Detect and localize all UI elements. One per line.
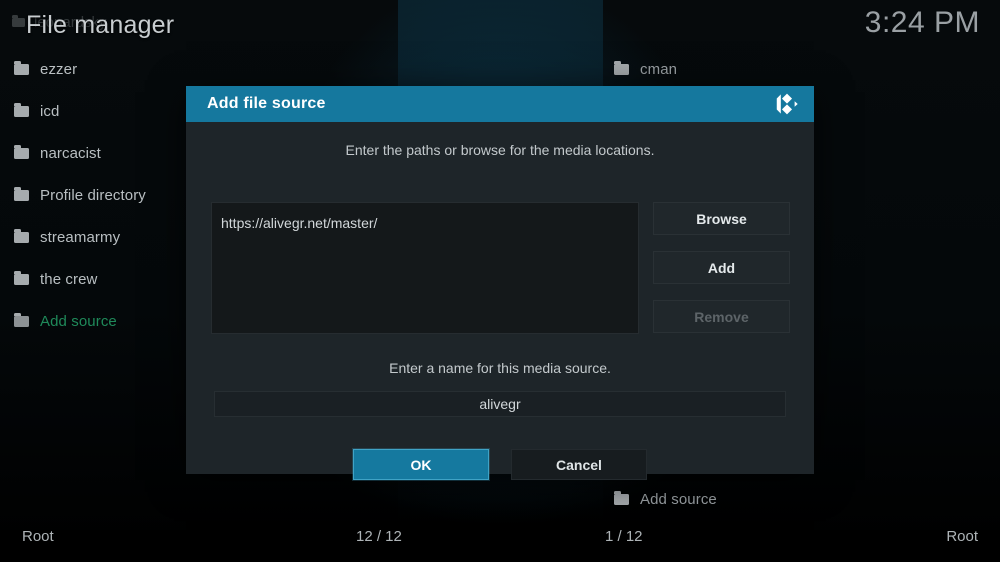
dialog-action-row: OK Cancel bbox=[186, 449, 814, 480]
path-action-buttons: Browse Add Remove bbox=[653, 202, 790, 333]
folder-icon bbox=[14, 228, 29, 243]
add-button[interactable]: Add bbox=[653, 251, 790, 284]
list-item-label: the crew bbox=[40, 270, 98, 288]
list-item[interactable]: ezzer bbox=[0, 48, 400, 90]
list-item-label: Add source bbox=[40, 312, 117, 330]
path-value: https://alivegr.net/master/ bbox=[221, 215, 378, 231]
browse-button[interactable]: Browse bbox=[653, 202, 790, 235]
name-hint-label: Enter a name for this media source. bbox=[389, 360, 611, 376]
list-item-label: streamarmy bbox=[40, 228, 121, 246]
list-item-label: narcacist bbox=[40, 144, 101, 162]
paths-hint-label: Enter the paths or browse for the media … bbox=[345, 142, 655, 158]
folder-icon bbox=[614, 490, 629, 505]
status-left-count: 12 / 12 bbox=[356, 528, 402, 545]
folder-icon bbox=[14, 312, 29, 327]
cancel-button[interactable]: Cancel bbox=[511, 449, 647, 480]
page-title: File manager bbox=[26, 11, 175, 39]
source-name-value: alivegr bbox=[479, 396, 521, 412]
ok-button[interactable]: OK bbox=[353, 449, 489, 480]
dialog-title: Add file source bbox=[207, 95, 326, 112]
remove-button: Remove bbox=[653, 300, 790, 333]
folder-icon bbox=[14, 270, 29, 285]
folder-icon bbox=[14, 144, 29, 159]
list-item-label: ezzer bbox=[40, 60, 78, 78]
list-item[interactable]: cman bbox=[600, 48, 1000, 90]
clock: 3:24 PM bbox=[864, 6, 980, 39]
path-row: https://alivegr.net/master/ Browse Add R… bbox=[211, 202, 790, 334]
list-item-label: Profile directory bbox=[40, 186, 146, 204]
folder-icon bbox=[12, 15, 25, 28]
kodi-file-manager-screen: leopardsky File manager 3:24 PM ezzer ic… bbox=[0, 0, 1000, 562]
folder-icon bbox=[14, 60, 29, 75]
status-bar: Root 12 / 12 1 / 12 Root bbox=[0, 512, 1000, 562]
folder-icon bbox=[14, 186, 29, 201]
status-right-count: 1 / 12 bbox=[605, 528, 643, 545]
folder-icon bbox=[14, 102, 29, 117]
folder-icon bbox=[614, 60, 629, 75]
status-right-label: Root bbox=[946, 528, 978, 545]
add-file-source-dialog: Add file source Enter the paths or brows… bbox=[186, 86, 814, 480]
list-item-label: Add source bbox=[640, 490, 717, 508]
path-list-box[interactable]: https://alivegr.net/master/ bbox=[211, 202, 639, 334]
list-item-label: icd bbox=[40, 102, 60, 120]
list-item-label: cman bbox=[640, 60, 678, 78]
source-name-input[interactable]: alivegr bbox=[214, 391, 786, 417]
kodi-logo-icon bbox=[774, 91, 800, 117]
dialog-body: Enter the paths or browse for the media … bbox=[186, 122, 814, 480]
dialog-header: Add file source bbox=[186, 86, 814, 122]
top-header: leopardsky File manager 3:24 PM bbox=[0, 0, 1000, 48]
status-left-label: Root bbox=[22, 528, 54, 545]
